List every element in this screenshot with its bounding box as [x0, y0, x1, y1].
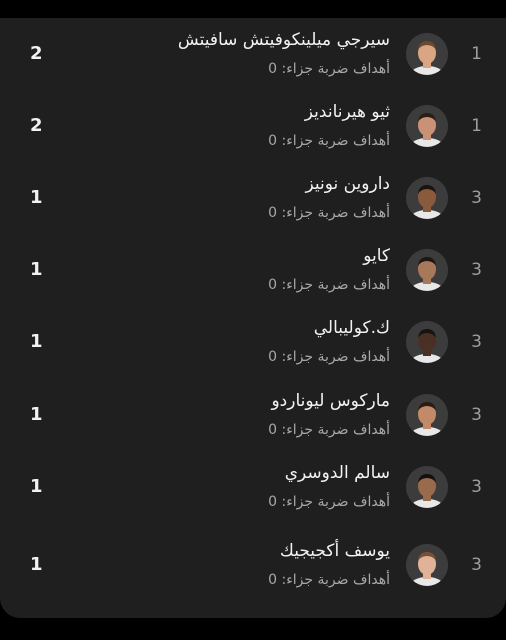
- player-name[interactable]: يوسف أكجيجيك: [280, 541, 390, 561]
- player-rank: 3: [471, 260, 482, 280]
- stat-value: 1: [30, 476, 43, 497]
- player-avatar[interactable]: [406, 544, 448, 586]
- player-rank: 1: [471, 44, 482, 64]
- penalty-goals-label: أهداف ضربة جزاء: 0: [268, 277, 390, 293]
- penalty-goals-label: أهداف ضربة جزاء: 0: [268, 349, 390, 365]
- stat-value: 1: [30, 404, 43, 425]
- player-avatar[interactable]: [406, 177, 448, 219]
- player-name[interactable]: كايو: [363, 246, 390, 266]
- player-name[interactable]: ك.كوليبالي: [314, 318, 390, 338]
- stat-value: 1: [30, 554, 43, 575]
- player-avatar[interactable]: [406, 249, 448, 291]
- stat-value: 1: [30, 331, 43, 352]
- player-rank: 3: [471, 477, 482, 497]
- player-row[interactable]: 1 سيرجي ميلينكوفيتش سافيتش أهداف ضربة جزاء…: [0, 18, 506, 90]
- player-row[interactable]: 3 داروين نونيز أهداف ضربة جزاء: 0 1: [0, 162, 506, 234]
- player-avatar[interactable]: [406, 105, 448, 147]
- player-avatar[interactable]: [406, 394, 448, 436]
- player-name[interactable]: ماركوس ليوناردو: [271, 391, 390, 411]
- stat-value: 1: [30, 187, 43, 208]
- players-list: 1 سيرجي ميلينكوفيتش سافيتش أهداف ضربة جزاء…: [0, 18, 506, 618]
- player-row[interactable]: 3 ماركوس ليوناردو أهداف ضربة جزاء: 0 1: [0, 379, 506, 451]
- player-name[interactable]: داروين نونيز: [305, 174, 390, 194]
- player-name[interactable]: ثيو هيرنانديز: [305, 102, 390, 122]
- penalty-goals-card: 1 سيرجي ميلينكوفيتش سافيتش أهداف ضربة جزاء…: [0, 18, 506, 618]
- player-avatar[interactable]: [406, 321, 448, 363]
- penalty-goals-label: أهداف ضربة جزاء: 0: [268, 133, 390, 149]
- player-name[interactable]: سالم الدوسري: [285, 463, 390, 483]
- player-row[interactable]: 3 كايو أهداف ضربة جزاء: 0 1: [0, 234, 506, 306]
- player-avatar[interactable]: [406, 466, 448, 508]
- player-name[interactable]: سيرجي ميلينكوفيتش سافيتش: [178, 30, 390, 50]
- penalty-goals-label: أهداف ضربة جزاء: 0: [268, 572, 390, 588]
- stat-value: 1: [30, 259, 43, 280]
- player-row[interactable]: 3 سالم الدوسري أهداف ضربة جزاء: 0 1: [0, 451, 506, 523]
- player-row[interactable]: 3 يوسف أكجيجيك أهداف ضربة جزاء: 0 1: [0, 529, 506, 601]
- penalty-goals-label: أهداف ضربة جزاء: 0: [268, 494, 390, 510]
- player-rank: 1: [471, 116, 482, 136]
- player-row[interactable]: 3 ك.كوليبالي أهداف ضربة جزاء: 0 1: [0, 306, 506, 378]
- player-rank: 3: [471, 405, 482, 425]
- stat-value: 2: [30, 43, 43, 64]
- player-rank: 3: [471, 555, 482, 575]
- player-rank: 3: [471, 188, 482, 208]
- player-row[interactable]: 1 ثيو هيرنانديز أهداف ضربة جزاء: 0 2: [0, 90, 506, 162]
- penalty-goals-label: أهداف ضربة جزاء: 0: [268, 61, 390, 77]
- stat-value: 2: [30, 115, 43, 136]
- penalty-goals-label: أهداف ضربة جزاء: 0: [268, 205, 390, 221]
- penalty-goals-label: أهداف ضربة جزاء: 0: [268, 422, 390, 438]
- player-avatar[interactable]: [406, 33, 448, 75]
- player-rank: 3: [471, 332, 482, 352]
